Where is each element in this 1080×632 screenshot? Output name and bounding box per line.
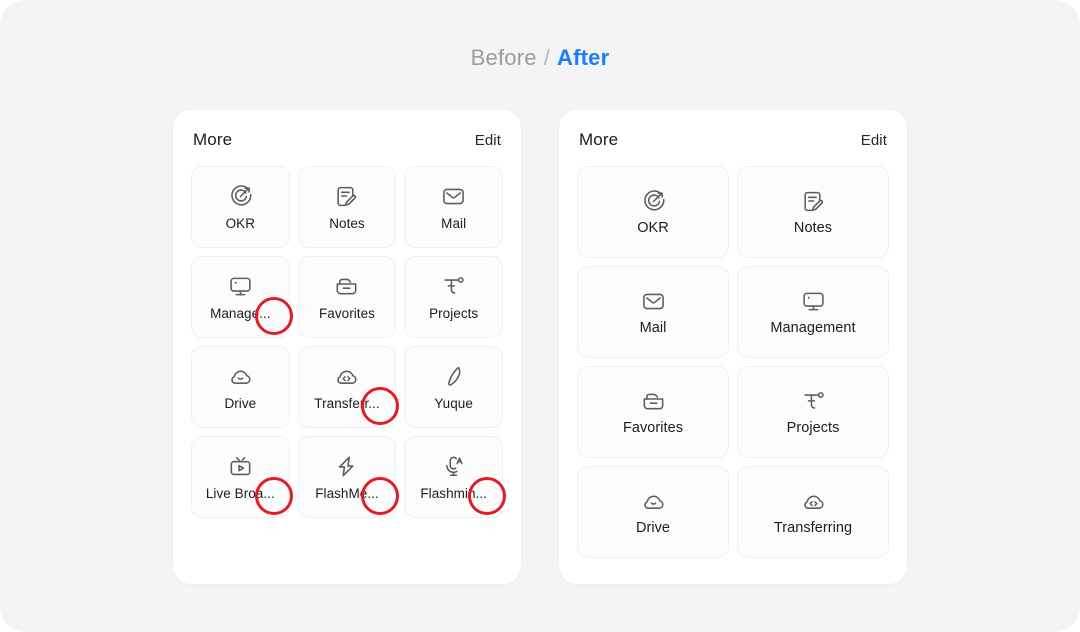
folder-icon	[334, 274, 360, 300]
folder-icon	[640, 388, 666, 414]
app-tile-label: Projects	[786, 420, 840, 436]
live-tv-icon	[227, 454, 253, 480]
app-tile-label: Drive	[224, 395, 257, 411]
app-tile[interactable]: OKR	[577, 166, 729, 258]
before-panel-header: More Edit	[191, 130, 503, 150]
after-panel-header: More Edit	[577, 130, 889, 150]
app-tile-label: Flashmin...	[420, 485, 487, 501]
app-tile[interactable]: Drive	[577, 466, 729, 558]
app-tile-label: Mail	[441, 215, 467, 231]
after-label: After	[557, 45, 610, 70]
before-tile-grid: OKR Notes Mail Manage... Favorites Projects Dr…	[191, 166, 506, 518]
app-tile[interactable]: Flashmin...	[404, 436, 506, 518]
app-tile-label: Projects	[429, 305, 479, 321]
app-tile-label: Live Broa...	[205, 485, 275, 501]
app-tile[interactable]: Mail	[404, 166, 503, 248]
app-tile-label: OKR	[637, 220, 669, 236]
app-tile[interactable]: OKR	[191, 166, 290, 248]
app-tile-label: Notes	[793, 220, 833, 236]
app-tile-label: Manage...	[210, 305, 271, 321]
after-tile-grid: OKR Notes Mail Management Favorites Projects D…	[577, 166, 889, 558]
monitor-icon	[227, 274, 253, 300]
app-tile-label: Mail	[639, 320, 667, 336]
app-tile[interactable]: Management	[737, 266, 889, 358]
app-tile[interactable]: Favorites	[577, 366, 729, 458]
projects-icon	[441, 274, 467, 300]
app-tile[interactable]: Notes	[737, 166, 889, 258]
app-tile[interactable]: Mail	[577, 266, 729, 358]
target-arrow-icon	[227, 184, 253, 210]
app-tile-label: Notes	[329, 215, 365, 231]
note-pencil-icon	[800, 188, 826, 214]
before-after-header: Before / After	[0, 44, 1080, 72]
app-tile-label: Management	[770, 320, 856, 336]
app-tile[interactable]: Live Broa...	[191, 436, 293, 518]
app-tile[interactable]: Drive	[191, 346, 290, 428]
app-tile[interactable]: Projects	[404, 256, 503, 338]
header-separator: /	[543, 45, 550, 70]
app-tile[interactable]: Favorites	[297, 256, 397, 338]
app-tile-label: Transferr...	[314, 395, 380, 411]
cloud-transfer-icon	[800, 488, 826, 514]
app-tile-label: FlashMe...	[315, 485, 379, 501]
app-tile-label: Transferring	[773, 520, 853, 536]
before-label: Before	[470, 45, 537, 70]
projects-icon	[800, 388, 826, 414]
cloud-transfer-icon	[334, 364, 360, 390]
envelope-icon	[640, 288, 666, 314]
app-tile[interactable]: Manage...	[191, 256, 293, 338]
after-panel-title: More	[579, 130, 619, 149]
lightning-icon	[334, 454, 360, 480]
app-tile[interactable]: Projects	[737, 366, 889, 458]
app-tile[interactable]: FlashMe...	[297, 436, 400, 518]
panels-container: More Edit OKR Notes Mail Manage... Favorites…	[0, 110, 1080, 584]
after-edit-button[interactable]: Edit	[861, 132, 887, 149]
before-panel-title: More	[193, 130, 233, 149]
monitor-icon	[800, 288, 826, 314]
before-edit-button[interactable]: Edit	[475, 132, 501, 149]
after-panel: More Edit OKR Notes Mail Management Favorite…	[559, 110, 907, 584]
app-tile-label: Drive	[635, 520, 671, 536]
app-tile-label: OKR	[225, 215, 256, 231]
target-arrow-icon	[640, 188, 666, 214]
app-tile-label: Favorites	[319, 305, 375, 321]
note-pencil-icon	[334, 184, 360, 210]
app-tile[interactable]: Transferring	[737, 466, 889, 558]
cloud-icon	[227, 364, 253, 390]
app-tile[interactable]: Notes	[297, 166, 397, 248]
app-tile[interactable]: Yuque	[404, 346, 503, 428]
app-tile[interactable]: Transferr...	[297, 346, 400, 428]
app-tile-label: Favorites	[622, 420, 684, 436]
app-tile-label: Yuque	[434, 395, 473, 411]
leaf-icon	[441, 364, 467, 390]
page-root: Before / After More Edit OKR Notes Mail Manag…	[0, 0, 1080, 632]
mic-transcribe-icon	[441, 454, 467, 480]
before-panel: More Edit OKR Notes Mail Manage... Favorites…	[173, 110, 521, 584]
cloud-icon	[640, 488, 666, 514]
envelope-icon	[441, 184, 467, 210]
